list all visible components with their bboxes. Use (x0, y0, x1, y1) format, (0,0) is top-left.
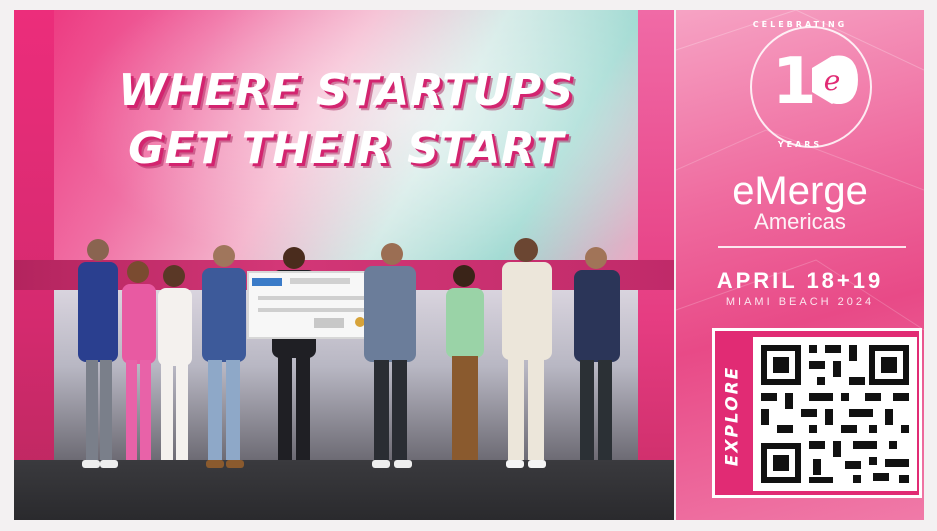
stage-photo: WHERE STARTUPS GET THEIR START (14, 10, 674, 520)
person-4 (202, 245, 246, 468)
promo-banner[interactable]: WHERE STARTUPS GET THEIR START CELEBRATI… (14, 10, 924, 520)
event-panel: CELEBRATING 10 e YEARS eMerge Americas A… (676, 10, 924, 520)
qr-code-icon[interactable] (753, 337, 917, 491)
qr-code-graphic (753, 337, 917, 491)
person-1 (78, 239, 118, 468)
explore-label-text: EXPLORE (722, 365, 742, 467)
person-2 (122, 261, 156, 460)
explore-qr-card[interactable]: EXPLORE (712, 328, 922, 498)
explore-label: EXPLORE (717, 353, 747, 479)
award-group-photo (78, 238, 620, 468)
event-location: MIAMI BEACH 2024 (725, 296, 875, 308)
hexagon-e-icon: e (812, 56, 852, 104)
divider (718, 246, 906, 248)
svg-text:e: e (824, 64, 841, 97)
person-3 (158, 265, 192, 460)
person-7 (446, 265, 484, 460)
person-8 (502, 238, 552, 468)
brand-name: eMerge (732, 169, 868, 213)
badge-celebrating-text: CELEBRATING (752, 20, 848, 29)
badge-years-text: YEARS (777, 140, 823, 149)
event-dates: APRIL 18+19 (716, 268, 884, 293)
person-9 (574, 247, 620, 460)
brand-subtitle: Americas (754, 209, 846, 234)
person-6 (364, 243, 416, 468)
